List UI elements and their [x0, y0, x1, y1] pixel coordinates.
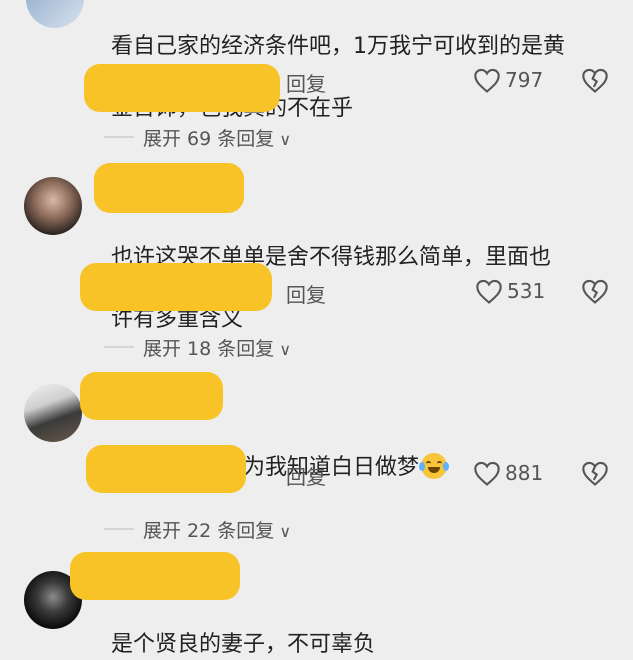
broken-heart-icon[interactable] [581, 461, 609, 487]
like-count: 881 [505, 461, 544, 485]
heart-outline-icon[interactable] [473, 68, 501, 94]
expand-replies-button[interactable]: 展开 22 条回复 ∨ [143, 516, 291, 543]
redacted-area [86, 445, 246, 493]
avatar[interactable] [24, 177, 82, 235]
heart-outline-icon[interactable] [473, 461, 501, 487]
crying-laughing-emoji [419, 453, 450, 479]
expand-replies-button[interactable]: 展开 18 条回复 ∨ [143, 334, 291, 361]
chevron-down-icon: ∨ [274, 130, 292, 149]
avatar[interactable] [24, 384, 82, 442]
reply-button[interactable]: 回复 [286, 461, 326, 490]
expand-replies-button[interactable]: 展开 69 条回复 ∨ [143, 124, 291, 151]
reply-button[interactable]: 回复 [286, 279, 326, 308]
expand-replies-label: 展开 69 条回复 [143, 128, 275, 150]
redacted-username [70, 552, 240, 600]
divider [104, 346, 134, 348]
comment-text: 是个贤良的妻子，不可辜负 [97, 598, 375, 660]
chevron-down-icon: ∨ [274, 340, 292, 359]
like-count: 531 [507, 279, 546, 303]
heart-outline-icon[interactable] [475, 279, 503, 305]
redacted-area [84, 64, 280, 112]
expand-replies-label: 展开 22 条回复 [143, 520, 275, 542]
redacted-username [94, 163, 244, 213]
chevron-down-icon: ∨ [274, 522, 292, 541]
avatar[interactable] [26, 0, 84, 28]
broken-heart-icon[interactable] [581, 279, 609, 305]
broken-heart-icon[interactable] [581, 68, 609, 94]
divider [104, 528, 134, 530]
redacted-area [80, 263, 272, 311]
reply-button[interactable]: 回复 [286, 68, 326, 97]
expand-replies-label: 展开 18 条回复 [143, 338, 275, 360]
comment-text-line: 是个贤良的妻子，不可辜负 [111, 632, 376, 657]
redacted-username [80, 372, 223, 420]
like-count: 797 [505, 68, 544, 92]
comment-text-line: 看自己家的经济条件吧，1万我宁可收到的是黄 [111, 34, 565, 59]
divider [104, 136, 134, 138]
